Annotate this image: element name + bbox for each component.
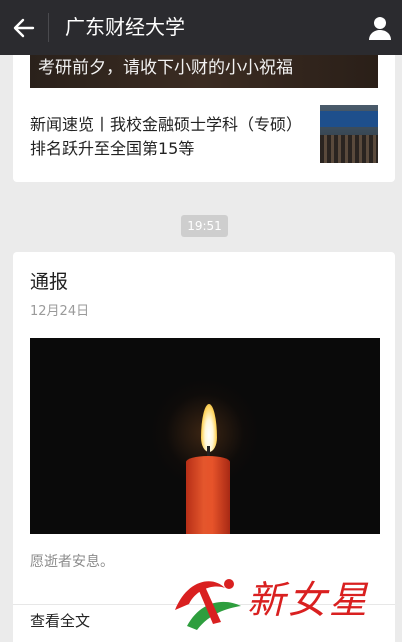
article-excerpt: 愿逝者安息。 bbox=[30, 554, 114, 570]
candle-icon bbox=[186, 456, 230, 534]
profile-button[interactable] bbox=[364, 12, 396, 44]
banner-title: 考研前夕，请收下小财的小小祝福 bbox=[38, 58, 293, 78]
watermark-emblem-icon bbox=[175, 579, 241, 630]
read-more-link[interactable]: 查看全文 bbox=[30, 610, 90, 632]
header-divider bbox=[48, 13, 49, 42]
article-date: 12月24日 bbox=[30, 304, 90, 319]
page-title: 广东财经大学 bbox=[65, 15, 185, 39]
news-thumbnail[interactable] bbox=[320, 105, 378, 163]
thumb-stage bbox=[320, 111, 378, 127]
top-bar: 广东财经大学 bbox=[0, 0, 402, 55]
person-icon bbox=[369, 17, 391, 40]
watermark-logo: 新女星 bbox=[165, 566, 402, 642]
watermark-text: 新女星 bbox=[247, 578, 371, 622]
thumb-crowd bbox=[320, 135, 378, 163]
previous-article-card[interactable]: 考研前夕，请收下小财的小小祝福 新闻速览丨我校金融硕士学科（专硕）排名跃升至全国… bbox=[13, 55, 395, 182]
article-cover-image[interactable] bbox=[30, 338, 380, 534]
article-title: 通报 bbox=[30, 271, 69, 293]
back-arrow-icon bbox=[13, 18, 35, 38]
back-button[interactable] bbox=[8, 12, 40, 44]
article-banner[interactable]: 考研前夕，请收下小财的小小祝福 bbox=[30, 55, 378, 88]
news-item-title[interactable]: 新闻速览丨我校金融硕士学科（专硕）排名跃升至全国第15等 bbox=[30, 113, 305, 161]
timestamp-badge: 19:51 bbox=[181, 215, 228, 237]
